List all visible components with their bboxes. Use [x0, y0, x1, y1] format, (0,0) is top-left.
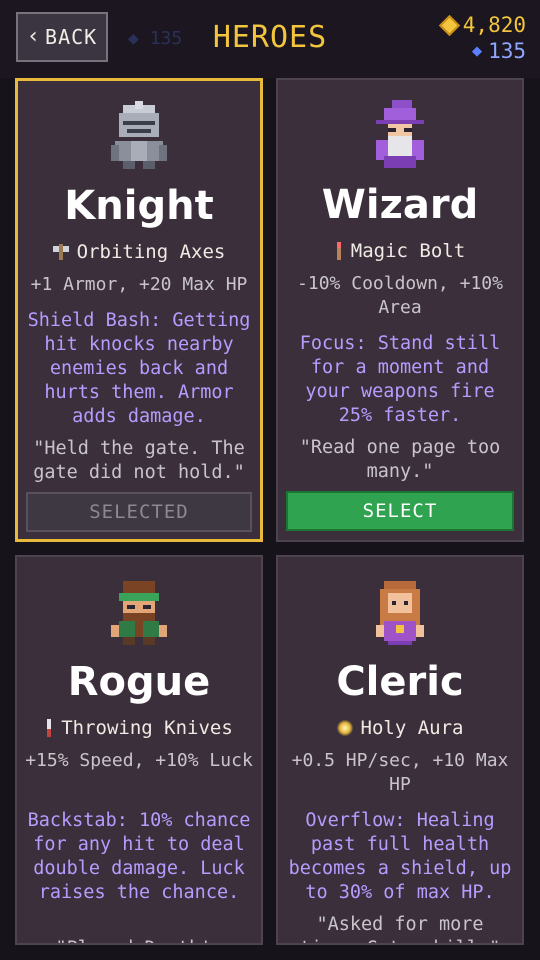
hero-stats: -10% Cooldown, +10% Area — [297, 273, 503, 318]
hero-ability: Shield Bash: Getting hit knocks nearby e… — [27, 310, 251, 427]
hero-stats: +15% Speed, +10% Luck — [25, 750, 253, 771]
hero-weapon: Holy Aura — [278, 717, 522, 739]
hero-quote: "Asked for more time. Got a bill." — [300, 914, 500, 943]
weapon-label: Holy Aura — [360, 717, 464, 739]
hero-weapon: Orbiting Axes — [18, 241, 260, 263]
select-button[interactable]: SELECT — [286, 491, 514, 531]
magic-bolt-icon — [336, 242, 341, 260]
weapon-label: Magic Bolt — [350, 240, 466, 262]
gem-value: 135 — [488, 39, 526, 63]
hero-name: Rogue — [67, 659, 211, 705]
currency-display: 4,820 ◆ 135 — [438, 12, 526, 64]
hero-card-knight[interactable]: Knight Orbiting Axes +1 Armor, +20 Max H… — [15, 78, 263, 542]
knight-portrait — [111, 101, 167, 169]
selected-button[interactable]: SELECTED — [26, 492, 252, 532]
hero-name: Wizard — [321, 182, 479, 228]
weapon-label: Orbiting Axes — [76, 241, 226, 263]
axe-icon — [52, 244, 69, 260]
cleric-portrait — [376, 581, 424, 645]
gold-value: 4,820 — [462, 13, 526, 37]
top-bar: ‹ BACK ◆ 135 HEROES 4,820 ◆ 135 — [0, 0, 540, 78]
wizard-portrait — [376, 100, 424, 168]
aura-icon — [336, 720, 353, 736]
gem-icon: ◆ — [471, 41, 483, 61]
weapon-label: Throwing Knives — [61, 717, 233, 739]
hero-quote: "Held the gate. The gate did not hold." — [33, 438, 245, 483]
gem-counter: ◆ 135 — [442, 38, 526, 64]
hero-card-cleric[interactable]: Cleric Holy Aura +0.5 HP/sec, +10 Max HP… — [276, 555, 524, 945]
hero-weapon: Magic Bolt — [278, 240, 522, 262]
hero-name: Cleric — [336, 659, 464, 705]
hero-quote: "Played Death's — [23, 937, 255, 943]
hero-ability: Focus: Stand still for a moment and your… — [299, 333, 501, 426]
knife-icon — [47, 719, 52, 737]
hero-stats: +1 Armor, +20 Max HP — [30, 274, 248, 295]
hero-stats: +0.5 HP/sec, +10 Max HP — [291, 750, 509, 795]
hero-card-rogue[interactable]: Rogue Throwing Knives +15% Speed, +10% L… — [15, 555, 263, 945]
hero-quote: "Read one page too many." — [299, 437, 501, 482]
rogue-portrait — [111, 581, 167, 645]
hero-ability: Backstab: 10% chance for any hit to deal… — [27, 810, 251, 903]
coin-icon — [438, 14, 460, 36]
hero-ability: Overflow: Healing past full health becom… — [288, 810, 512, 903]
gold-counter: 4,820 — [438, 12, 526, 38]
hero-weapon: Throwing Knives — [17, 717, 261, 739]
hero-name: Knight — [64, 183, 214, 229]
hero-card-wizard[interactable]: Wizard Magic Bolt -10% Cooldown, +10% Ar… — [276, 78, 524, 542]
